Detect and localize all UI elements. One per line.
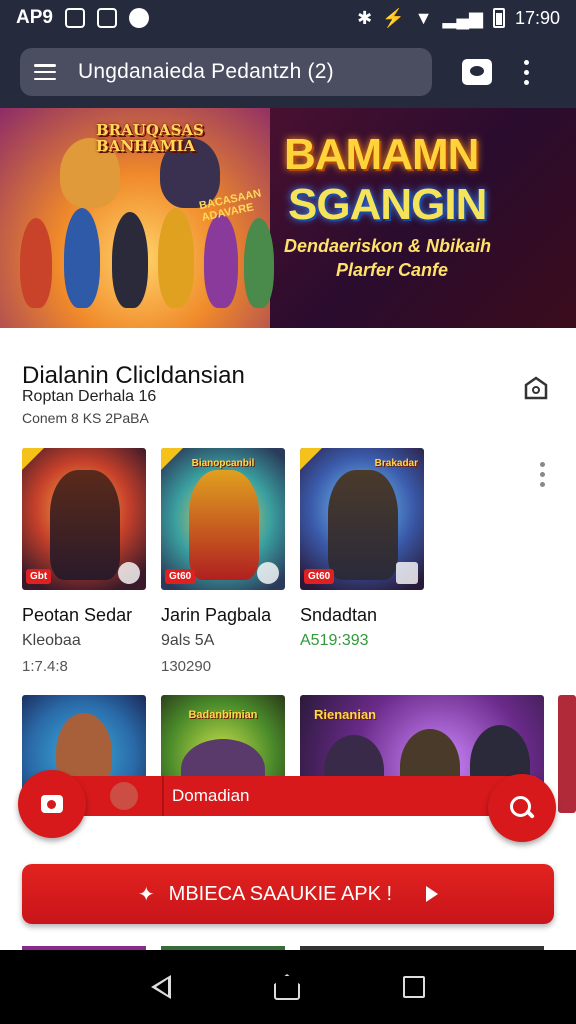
promo-banner[interactable]: BRAUQASAS BANHAMIA BACASAAN ADAVARE BAMA… [0, 108, 576, 328]
card-title: Rienanian [314, 707, 377, 722]
download-apk-button[interactable]: ✦ MBIECA SAAUKIE APK ! [22, 864, 554, 924]
app-name[interactable]: Peotan Sedar [22, 605, 132, 626]
app-notification-icon [96, 8, 117, 28]
card-tag: Gt60 [304, 569, 335, 584]
card-tag: Gt60 [165, 569, 196, 584]
app-card-2[interactable]: Bianopcanbil Gt60 [161, 448, 285, 590]
card-tag: Gbt [26, 569, 52, 584]
banner-character-1 [20, 218, 52, 308]
play-arrow-icon [426, 886, 439, 902]
carrier-label: AP9 [16, 7, 53, 28]
card-title: Bianopcanbil [191, 458, 255, 469]
banner-title-line2: SGANGIN [288, 180, 487, 229]
share-icon[interactable] [522, 374, 550, 402]
title-pill[interactable]: Ungdanaieda Pedantzh (2) [20, 48, 432, 96]
card-badge-icon [118, 562, 140, 584]
action-bar-label-area[interactable]: Domadian [162, 776, 536, 816]
app-bar: Ungdanaieda Pedantzh (2) [0, 36, 576, 108]
card-hero [189, 470, 259, 580]
signal-icon: ▂▄▆ [442, 7, 483, 28]
banner-left-logo: BRAUQASAS BANHAMIA [96, 121, 204, 155]
app-developer: 9als 5A [161, 632, 215, 649]
app-meta: 130290 [161, 658, 212, 675]
card-corner [22, 448, 44, 470]
banner-character-3 [112, 212, 148, 308]
status-bar: AP9 ✱ ⚡ ▼ ▂▄▆ 17:90 [0, 0, 576, 36]
card-hero [328, 470, 398, 580]
banner-character-5 [204, 214, 238, 308]
app-card-3[interactable]: Brakadar Gt60 [300, 448, 424, 590]
card-hero [50, 470, 120, 580]
section-meta: Conem 8 KS 2PaBA [22, 410, 149, 426]
card-title: Brakadar [374, 458, 418, 469]
banner-subtitle-line2: Plarfer Canfe [336, 260, 449, 280]
banner-character-6 [244, 218, 274, 308]
section-subtitle: Roptan Derhala 16 [22, 388, 157, 405]
camera-icon [41, 795, 63, 813]
download-apk-label: MBIECA SAAUKIE APK ! [168, 882, 393, 905]
chat-icon[interactable] [462, 59, 492, 85]
wifi-icon: ▼ [414, 7, 433, 28]
app-developer: Kleobaa [22, 632, 81, 649]
home-icon[interactable] [273, 974, 300, 1000]
clock: 17:90 [514, 7, 560, 28]
vibrate-icon: ⚡ [382, 7, 405, 28]
search-button[interactable] [488, 774, 556, 842]
more-vert-icon[interactable] [524, 59, 529, 85]
section-title: Dialanin Clicldansian [22, 362, 245, 389]
status-left: AP9 [16, 7, 149, 29]
action-bar[interactable]: Domadian [66, 776, 536, 816]
bluetooth-icon: ✱ [357, 7, 373, 28]
status-right: ✱ ⚡ ▼ ▂▄▆ 17:90 [357, 8, 560, 29]
sparkle-icon: ✦ [137, 883, 155, 906]
app-card-1[interactable]: Gbt [22, 448, 146, 590]
search-icon [510, 796, 534, 820]
card-title: Badanbimian [188, 709, 258, 721]
camera-button[interactable] [18, 770, 86, 838]
banner-title-line1: BAMAMN [284, 130, 479, 179]
more-vert-icon[interactable] [540, 462, 545, 487]
app-title: Ungdanaieda Pedantzh (2) [78, 60, 334, 83]
banner-character-2 [64, 208, 100, 308]
app-card-7-partial[interactable] [558, 695, 576, 813]
card-badge-icon [396, 562, 418, 584]
app-name[interactable]: Jarin Pagbala [161, 605, 271, 626]
system-nav-bar [0, 950, 576, 1024]
action-bar-label: Domadian [172, 786, 250, 805]
app-meta: 1:7.4:8 [22, 658, 68, 675]
banner-character-4 [158, 208, 194, 308]
card-badge-icon [257, 562, 279, 584]
sync-icon [128, 8, 149, 28]
notification-icon [64, 8, 85, 28]
hamburger-icon[interactable] [34, 64, 56, 80]
recents-icon[interactable] [402, 976, 425, 998]
app-developer: A519:393 [300, 632, 369, 649]
app-name[interactable]: Sndadtan [300, 605, 377, 626]
battery-icon [492, 8, 505, 28]
content-panel: Dialanin Clicldansian Roptan Derhala 16 … [0, 328, 576, 950]
back-icon[interactable] [151, 975, 172, 999]
indicator-dot-icon [110, 782, 138, 810]
banner-subtitle-line1: Dendaeriskon & Nbikaih [284, 236, 492, 256]
